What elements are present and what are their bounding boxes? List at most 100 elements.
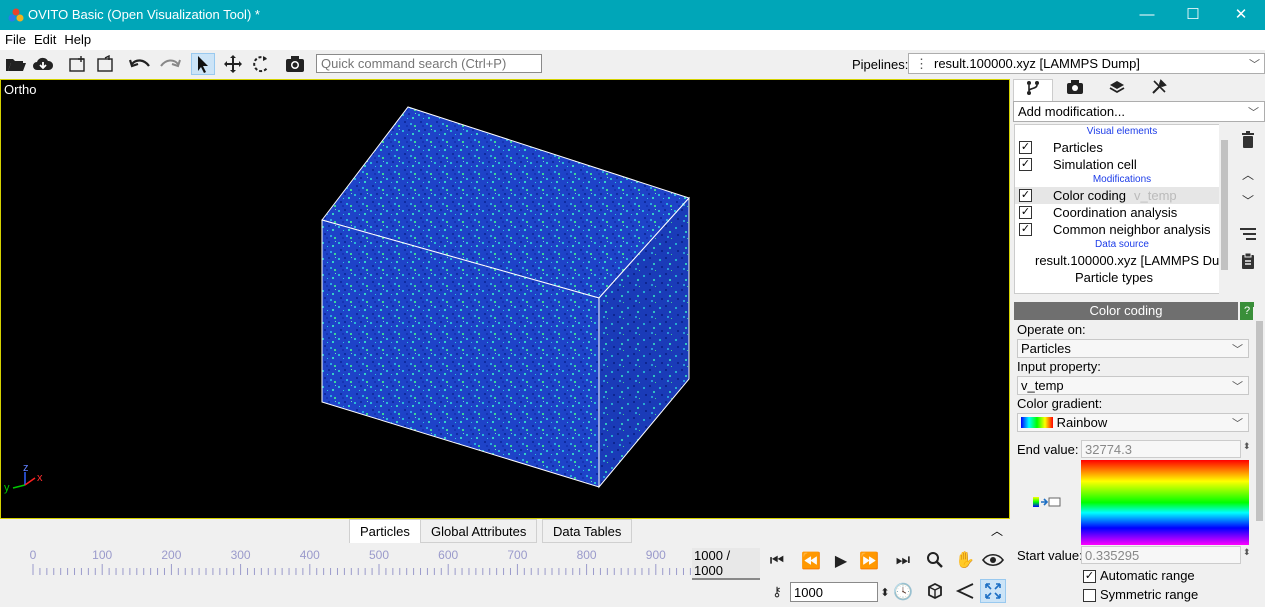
simulation-box-render: y z x [4,106,690,494]
checkbox-checked-icon[interactable]: ✓ [1019,141,1032,154]
cloud-download-icon[interactable] [31,53,55,75]
list-item-common-neighbor-analysis[interactable]: ✓ Common neighbor analysis [1015,221,1229,238]
pipeline-list-scrollbar[interactable] [1219,124,1230,294]
timeline-ruler [32,564,726,575]
previous-frame-icon[interactable]: ⏪ [798,549,824,573]
list-item-particles[interactable]: ✓ Particles [1015,139,1229,156]
automatic-range-checkbox[interactable]: ✓ [1083,570,1096,583]
end-value-field[interactable]: 32774.3 [1081,440,1241,458]
add-modification-label: Add modification... [1018,104,1125,119]
clock-icon[interactable]: 🕓 [890,580,916,604]
input-property-select[interactable]: v_temp ﹀ [1017,376,1249,395]
timeline-current-frame[interactable]: 1000 / 1000 [692,548,760,580]
color-coding-properties: Color coding ? Operate on: Particles ﹀ In… [1013,301,1265,607]
start-value-field[interactable]: 0.335295 [1081,546,1241,564]
move-icon[interactable] [221,53,245,75]
close-button[interactable]: ✕ [1218,0,1264,30]
list-item-coordination-analysis[interactable]: ✓ Coordination analysis [1015,204,1229,221]
zoom-icon[interactable] [922,548,948,572]
ortho-viewport[interactable]: Ortho y z x [0,79,1010,519]
operate-on-select[interactable]: Particles ﹀ [1017,339,1249,358]
tab-data-tables[interactable]: Data Tables [542,519,633,543]
move-down-chevron-icon[interactable]: ﹀ [1235,188,1261,212]
tab-particles[interactable]: Particles [349,519,421,543]
symmetric-range-label: Symmetric range [1100,587,1199,602]
pipeline-tab-icon[interactable] [1013,79,1053,101]
pipeline-menu-icon: ⋮ [915,56,928,71]
quick-command-search-input[interactable] [316,54,542,73]
first-frame-icon[interactable]: ⏮ [764,549,790,573]
checkbox-checked-icon[interactable]: ✓ [1019,189,1032,202]
open-folder-icon[interactable] [4,53,28,75]
next-frame-icon[interactable]: ⏩ [856,549,882,573]
clipboard-icon[interactable] [1235,249,1261,273]
color-gradient-select[interactable]: Rainbow ﹀ [1017,413,1249,432]
symmetric-range-checkbox[interactable] [1083,589,1096,602]
pipeline-selected-value: result.100000.xyz [LAMMPS Dump] [934,56,1140,71]
pipeline-editor-list[interactable]: Visual elements ✓ Particles ✓ Simulation c… [1014,124,1230,294]
start-value-label: Start value: [1017,548,1083,563]
checkbox-checked-icon[interactable]: ✓ [1019,158,1032,171]
current-frame-spinner[interactable] [790,582,878,602]
help-button[interactable]: ? [1240,302,1254,320]
maximize-button[interactable]: ☐ [1170,0,1216,30]
chevron-down-icon: ﹀ [1232,418,1243,430]
list-item-simulation-cell[interactable]: ✓ Simulation cell [1015,156,1229,173]
input-property-value: v_temp [1021,378,1064,393]
add-modification-dropdown[interactable]: Add modification... ﹀ [1013,101,1265,122]
menu-help[interactable]: Help [59,30,94,47]
axis-z-label: z [23,462,29,474]
pan-hand-icon[interactable]: ✋ [952,548,978,572]
checkbox-checked-icon[interactable]: ✓ [1019,223,1032,236]
animation-timeline[interactable]: 0 100 200 300 400 500 600 700 800 900 1000 / 1000 [0,543,760,607]
chevron-down-icon: ﹀ [1232,381,1243,393]
timeline-tick-label: 500 [368,548,390,562]
manage-modifier-templates-icon[interactable] [1235,222,1261,246]
list-item-status: v_temp [1134,188,1177,203]
utilities-tab-icon[interactable] [1139,79,1179,101]
maximize-viewport-icon[interactable] [980,579,1006,603]
list-item-data-source[interactable]: result.100000.xyz [LAMMPS Dur [1015,252,1229,269]
rotate-icon[interactable] [249,53,273,75]
timeline-tick-label: 300 [230,548,251,562]
pipeline-selector[interactable]: ⋮ result.100000.xyz [LAMMPS Dump] ﹀ [908,53,1265,74]
menu-file[interactable]: File [0,30,29,47]
play-icon[interactable]: ▶ [828,549,854,573]
timeline-tick-label: 900 [645,548,666,562]
redo-icon[interactable] [158,53,182,75]
move-up-chevron-icon[interactable]: ︿ [1235,162,1261,186]
properties-scrollbar[interactable] [1253,307,1265,607]
timeline-tick-label: 100 [92,548,113,562]
minimize-button[interactable]: — [1124,0,1170,30]
timeline-tick-label: 600 [438,548,459,562]
timeline-tick-label: 400 [299,548,320,562]
delete-trash-icon[interactable] [1235,128,1261,152]
camera-icon[interactable] [283,53,307,75]
undo-icon[interactable] [128,53,152,75]
menu-edit[interactable]: Edit [29,30,59,47]
tab-global-attributes[interactable]: Global Attributes [420,519,538,543]
field-of-view-icon[interactable] [952,579,978,603]
pipelines-label: Pipelines: [852,57,909,72]
key-icon[interactable]: ⚷ [764,580,790,604]
new-pipeline-icon[interactable] [66,53,90,75]
list-item-label: Coordination analysis [1053,205,1178,220]
axis-x-label: x [37,472,43,484]
list-item-label: Simulation cell [1053,157,1137,172]
chevron-up-icon[interactable]: ︿ [991,522,1003,539]
checkbox-checked-icon[interactable]: ✓ [1019,206,1032,219]
orbit-eye-icon[interactable] [980,548,1006,572]
end-value-spinner-icon[interactable]: ⬍ [1243,441,1251,452]
overlays-tab-icon[interactable] [1097,79,1137,101]
render-tab-icon[interactable] [1055,79,1095,101]
clone-pipeline-icon[interactable] [94,53,118,75]
list-item-color-coding[interactable]: ✓ Color coding v_temp [1015,187,1229,204]
last-frame-icon[interactable]: ⏭ [890,549,916,573]
list-item-particle-types[interactable]: Particle types [1015,269,1229,286]
reverse-gradient-icon[interactable] [1033,495,1061,509]
command-panel: Add modification... ﹀ Visual elements ✓ P… [1013,79,1265,607]
zoom-scene-extents-icon[interactable] [922,579,948,603]
list-item-label: Particles [1053,140,1103,155]
selection-mode-icon[interactable] [191,53,215,75]
start-value-spinner-icon[interactable]: ⬍ [1243,547,1251,558]
